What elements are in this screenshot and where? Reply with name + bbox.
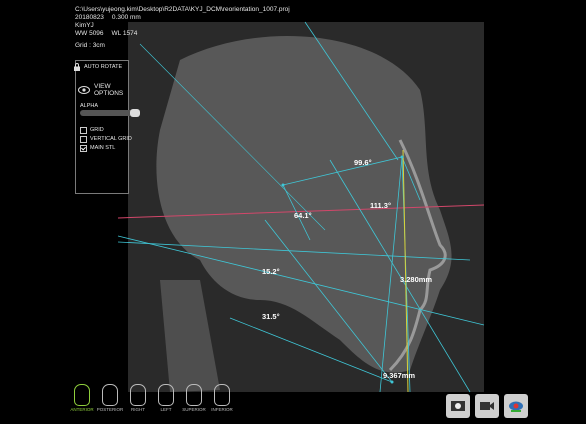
orientation-left-button[interactable]: LEFT <box>154 384 178 412</box>
angle-label[interactable]: 99.6° <box>354 158 372 167</box>
record-button[interactable] <box>475 394 499 418</box>
window-level: WL 1574 <box>111 30 138 37</box>
view-options-label-2: OPTIONS <box>94 90 124 97</box>
checkbox-label: MAIN STL <box>90 145 116 151</box>
head-icon <box>130 384 146 406</box>
view-mode-button[interactable] <box>504 394 528 418</box>
orientation-inferior-button[interactable]: INFERIOR <box>210 384 234 412</box>
auto-rotate-label: AUTO ROTATE <box>84 64 123 70</box>
orientation-label: INFERIOR <box>211 407 233 412</box>
window-width: WW 5096 <box>75 30 104 37</box>
orientation-label: ANTERIOR <box>70 407 94 412</box>
view-options-button[interactable]: VIEW OPTIONS <box>78 83 123 97</box>
eye-icon <box>78 86 90 94</box>
auto-rotate-toggle[interactable]: AUTO ROTATE <box>73 63 122 71</box>
angle-label[interactable]: 111.3° <box>370 201 391 210</box>
lock-icon <box>74 63 80 71</box>
checkbox-box[interactable] <box>80 127 87 134</box>
checkbox-box[interactable] <box>80 145 87 152</box>
ceph-viewport[interactable]: C:\Users\yujeong.kim\Desktop\R2DATA\KYJ_… <box>0 0 586 424</box>
alpha-label: ALPHA <box>80 103 99 109</box>
grid-checkbox[interactable]: GRID <box>80 126 132 135</box>
head-icon <box>102 384 118 406</box>
eye-icon <box>509 401 523 412</box>
angle-label[interactable]: 64.1° <box>294 211 312 220</box>
head-icon <box>186 384 202 406</box>
vertical-grid-checkbox[interactable]: VERTICAL GRID <box>80 135 132 144</box>
checkbox-label: VERTICAL GRID <box>90 136 132 142</box>
orientation-label: LEFT <box>160 407 172 412</box>
head-icon <box>74 384 90 406</box>
alpha-slider[interactable] <box>80 109 140 117</box>
spine-shape <box>160 280 220 392</box>
image-info: C:\Users\yujeong.kim\Desktop\R2DATA\KYJ_… <box>75 6 290 50</box>
patient-name: KimYJ <box>75 22 94 29</box>
head-icon <box>158 384 174 406</box>
orientation-label: SUPERIOR <box>182 407 206 412</box>
distance-label[interactable]: 3.280mm <box>400 275 432 284</box>
grid-size: Grid : 3cm <box>75 42 105 49</box>
angle-label[interactable]: 15.2° <box>262 267 280 276</box>
distance-label[interactable]: 9.367mm <box>383 371 415 380</box>
alpha-slider-thumb[interactable] <box>130 109 140 117</box>
orientation-toolbar: ANTERIOR POSTERIOR RIGHT LEFT SUPERIOR I… <box>70 384 234 412</box>
file-path: C:\Users\yujeong.kim\Desktop\R2DATA\KYJ_… <box>75 6 290 13</box>
gallery-button[interactable] <box>446 394 470 418</box>
orientation-posterior-button[interactable]: POSTERIOR <box>96 384 124 412</box>
checkbox-box[interactable] <box>80 136 87 143</box>
orientation-label: POSTERIOR <box>96 407 124 412</box>
orientation-anterior-button[interactable]: ANTERIOR <box>70 384 94 412</box>
angle-label[interactable]: 31.5° <box>262 312 280 321</box>
orientation-right-button[interactable]: RIGHT <box>126 384 150 412</box>
main-stl-checkbox[interactable]: MAIN STL <box>80 144 132 153</box>
checkbox-list: GRID VERTICAL GRID MAIN STL <box>80 126 132 153</box>
tool-buttons <box>446 394 528 418</box>
scan-date: 20180823 <box>75 14 104 21</box>
checkbox-label: GRID <box>90 127 104 133</box>
pixel-size: 0.300 mm <box>111 14 141 21</box>
head-icon <box>214 384 230 406</box>
video-camera-icon <box>480 402 494 410</box>
orientation-superior-button[interactable]: SUPERIOR <box>182 384 206 412</box>
orientation-label: RIGHT <box>131 407 145 412</box>
view-options-label-1: VIEW <box>94 83 111 90</box>
gallery-icon <box>451 401 465 411</box>
